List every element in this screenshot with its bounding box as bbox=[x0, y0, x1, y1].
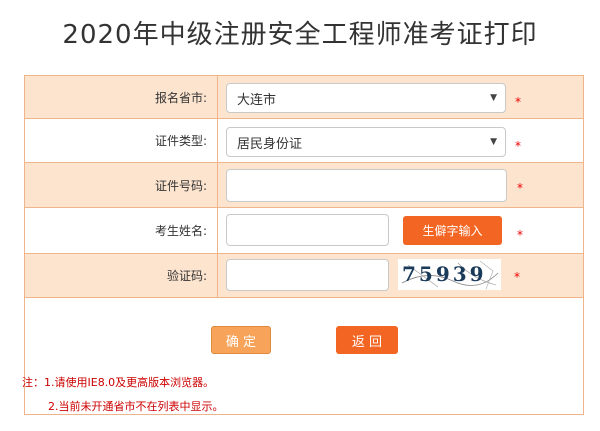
name-input[interactable] bbox=[226, 214, 389, 246]
province-select[interactable]: 大连市 ▼ bbox=[226, 83, 506, 113]
province-select-value: 大连市 bbox=[237, 92, 277, 108]
row-divider bbox=[25, 297, 583, 298]
id-type-select-value: 居民身份证 bbox=[237, 136, 303, 152]
captcha-image[interactable]: 75939 bbox=[398, 259, 501, 290]
rare-char-input-button[interactable]: 生僻字输入 bbox=[403, 216, 502, 245]
id-type-label: 证件类型: bbox=[25, 119, 218, 162]
note-line-2: 2.当前未开通省市不在列表中显示。 bbox=[48, 400, 224, 413]
captcha-text: 75939 bbox=[402, 262, 487, 286]
confirm-button[interactable]: 确 定 bbox=[211, 326, 271, 354]
back-button[interactable]: 返 回 bbox=[336, 326, 398, 354]
page-title: 2020年中级注册安全工程师准考证打印 bbox=[62, 20, 538, 50]
chevron-down-icon: ▼ bbox=[490, 93, 497, 103]
required-mark: * bbox=[515, 95, 521, 109]
required-mark: * bbox=[517, 228, 523, 242]
id-type-select[interactable]: 居民身份证 ▼ bbox=[226, 127, 506, 157]
required-mark: * bbox=[517, 181, 523, 195]
chevron-down-icon: ▼ bbox=[490, 137, 497, 147]
required-mark: * bbox=[514, 270, 520, 284]
note-line-1: 注：1.请使用IE8.0及更高版本浏览器。 bbox=[22, 376, 215, 389]
id-number-label: 证件号码: bbox=[25, 163, 218, 207]
id-number-input[interactable] bbox=[226, 169, 507, 202]
captcha-label: 验证码: bbox=[25, 254, 218, 297]
captcha-input[interactable] bbox=[226, 259, 389, 291]
required-mark: * bbox=[515, 139, 521, 153]
province-label: 报名省市: bbox=[25, 76, 218, 118]
name-label: 考生姓名: bbox=[25, 208, 218, 253]
